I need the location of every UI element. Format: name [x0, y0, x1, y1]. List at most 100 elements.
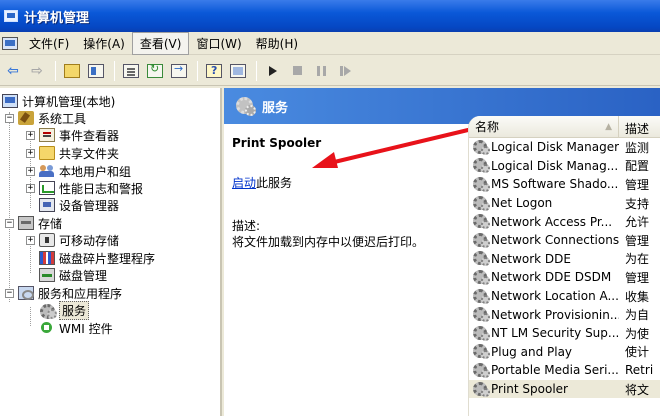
shared-folder-icon — [39, 146, 55, 160]
service-desc-cell: 监测 — [625, 140, 650, 155]
tree-item-removable-storage[interactable]: + 可移动存储 — [26, 231, 119, 249]
start-service-button[interactable] — [262, 60, 284, 82]
gear-icon — [473, 344, 491, 360]
service-desc-cell: 管理 — [625, 233, 650, 248]
service-desc-cell: 为在 — [625, 252, 650, 267]
tree-item-event-viewer[interactable]: + 事件查看器 — [26, 126, 119, 144]
list-item[interactable]: Network DDE 为在 — [469, 250, 660, 269]
tree-item-device-manager[interactable]: 设备管理器 — [39, 196, 119, 214]
collapse-icon[interactable]: − — [5, 218, 14, 228]
tree-item-system-tools[interactable]: − 系统工具 — [5, 109, 86, 127]
toolbar-separator — [55, 60, 56, 81]
gear-icon — [473, 251, 491, 267]
storage-icon — [18, 216, 34, 230]
restart-service-button[interactable] — [334, 60, 356, 82]
menu-help[interactable]: 帮助(H) — [249, 33, 305, 54]
gear-icon — [473, 269, 491, 285]
tree-item-disk-defrag[interactable]: 磁盘碎片整理程序 — [39, 249, 155, 267]
console-tree: 计算机管理(本地) − 系统工具 + 事件查看器 + 共享文件夹 + 本地用户和… — [0, 88, 222, 416]
service-name-cell: Print Spooler — [469, 381, 619, 397]
details-pane: 服务 Print Spooler 启动此服务 描述: 将文件加载到内存中以便迟后… — [224, 88, 660, 416]
list-item[interactable]: Network Connections 管理 — [469, 231, 660, 250]
menu-bar: 文件(F) 操作(A) 查看(V) 窗口(W) 帮助(H) — [0, 31, 660, 55]
list-item[interactable]: Print Spooler 将文 — [469, 379, 660, 399]
service-desc-cell: 将文 — [625, 382, 650, 397]
export-list-button[interactable] — [168, 60, 190, 82]
back-button[interactable]: ⇦ — [2, 60, 24, 82]
gear-icon — [236, 97, 256, 116]
show-tree-icon — [88, 63, 104, 78]
collapse-icon[interactable]: − — [5, 288, 14, 298]
service-name: Portable Media Seri... — [491, 363, 619, 378]
service-name-cell: Logical Disk Manag... — [469, 158, 619, 174]
tree-item-shared-folders[interactable]: + 共享文件夹 — [26, 144, 119, 162]
menu-view[interactable]: 查看(V) — [131, 31, 190, 55]
service-name-cell: Network Provisionin... — [469, 307, 619, 323]
gear-icon — [473, 195, 491, 211]
list-item[interactable]: Network Provisionin... 为自 — [469, 305, 660, 324]
tree-item-label: 可移动存储 — [59, 233, 120, 248]
tree-item-perf-logs[interactable]: + 性能日志和警报 — [26, 179, 143, 197]
list-item[interactable]: Network Access Pr... 允许 — [469, 212, 660, 231]
start-service-line: 启动此服务 — [232, 174, 468, 191]
tree-item-wmi[interactable]: WMI 控件 — [39, 319, 113, 337]
refresh-button[interactable] — [144, 60, 166, 82]
collapse-icon[interactable]: − — [5, 113, 14, 123]
forward-button[interactable]: ⇨ — [26, 60, 48, 82]
users-icon — [39, 164, 55, 178]
list-item[interactable]: Portable Media Seri... Retri — [469, 361, 660, 380]
list-item[interactable]: Net Logon 支持 — [469, 194, 660, 213]
gear-icon — [473, 288, 491, 304]
arrow-right-icon: ⇨ — [31, 62, 43, 79]
expand-icon[interactable]: + — [26, 148, 35, 158]
expand-icon[interactable]: + — [26, 130, 35, 140]
tree-item-root[interactable]: 计算机管理(本地) — [2, 92, 115, 110]
title-bar: 计算机管理 — [0, 0, 660, 32]
tree-item-disk-management[interactable]: 磁盘管理 — [39, 266, 107, 284]
annotation-arrow — [312, 128, 470, 168]
list-item[interactable]: NT LM Security Sup... 为使 — [469, 324, 660, 343]
gear-icon — [473, 176, 491, 192]
service-name: Network DDE DSDM — [491, 270, 612, 285]
tree-item-local-users[interactable]: + 本地用户和组 — [26, 162, 131, 180]
service-name: Logical Disk Manager — [491, 140, 619, 155]
tree-connector — [9, 112, 10, 302]
tree-item-services[interactable]: 服务 — [39, 300, 90, 320]
gear-icon — [39, 303, 57, 319]
expand-icon[interactable]: + — [26, 183, 35, 193]
show-tree-button[interactable] — [85, 60, 107, 82]
expand-icon[interactable]: + — [26, 166, 35, 176]
service-desc-cell: 配置 — [625, 159, 650, 174]
gear-icon — [473, 325, 491, 341]
expand-icon[interactable]: + — [26, 235, 35, 245]
tree-item-storage[interactable]: − 存储 — [5, 214, 62, 232]
system-menu-icon[interactable] — [2, 36, 18, 50]
menu-action[interactable]: 操作(A) — [76, 33, 132, 54]
list-item[interactable]: Plug and Play 使计 — [469, 343, 660, 362]
column-desc-header[interactable]: 描述 — [619, 116, 660, 137]
help-button[interactable] — [203, 60, 225, 82]
show-action-pane-button[interactable] — [227, 60, 249, 82]
pause-service-button[interactable] — [310, 60, 332, 82]
list-item[interactable]: Logical Disk Manager 监测 — [469, 138, 660, 157]
tree-item-label: 本地用户和组 — [59, 164, 132, 179]
list-item[interactable]: Logical Disk Manag... 配置 — [469, 157, 660, 176]
list-item[interactable]: Network DDE DSDM 管理 — [469, 268, 660, 287]
up-level-button[interactable] — [61, 60, 83, 82]
tree-item-services-apps[interactable]: − 服务和应用程序 — [5, 284, 122, 302]
defrag-icon — [39, 251, 55, 265]
service-name: Logical Disk Manag... — [491, 158, 619, 173]
stop-service-button[interactable] — [286, 60, 308, 82]
menu-window[interactable]: 窗口(W) — [189, 33, 248, 54]
removable-storage-icon — [39, 233, 55, 247]
tree-item-label: 服务和应用程序 — [38, 286, 123, 301]
start-service-link[interactable]: 启动 — [232, 176, 256, 190]
column-name-header[interactable]: 名称 ▲ — [469, 116, 619, 137]
tree-connector — [30, 307, 31, 326]
menu-file[interactable]: 文件(F) — [22, 33, 76, 54]
list-item[interactable]: Network Location A... 收集 — [469, 287, 660, 306]
properties-button[interactable] — [120, 60, 142, 82]
service-name: MS Software Shado... — [491, 177, 619, 192]
list-item[interactable]: MS Software Shado... 管理 — [469, 175, 660, 194]
service-name-cell: Network Connections — [469, 232, 619, 248]
